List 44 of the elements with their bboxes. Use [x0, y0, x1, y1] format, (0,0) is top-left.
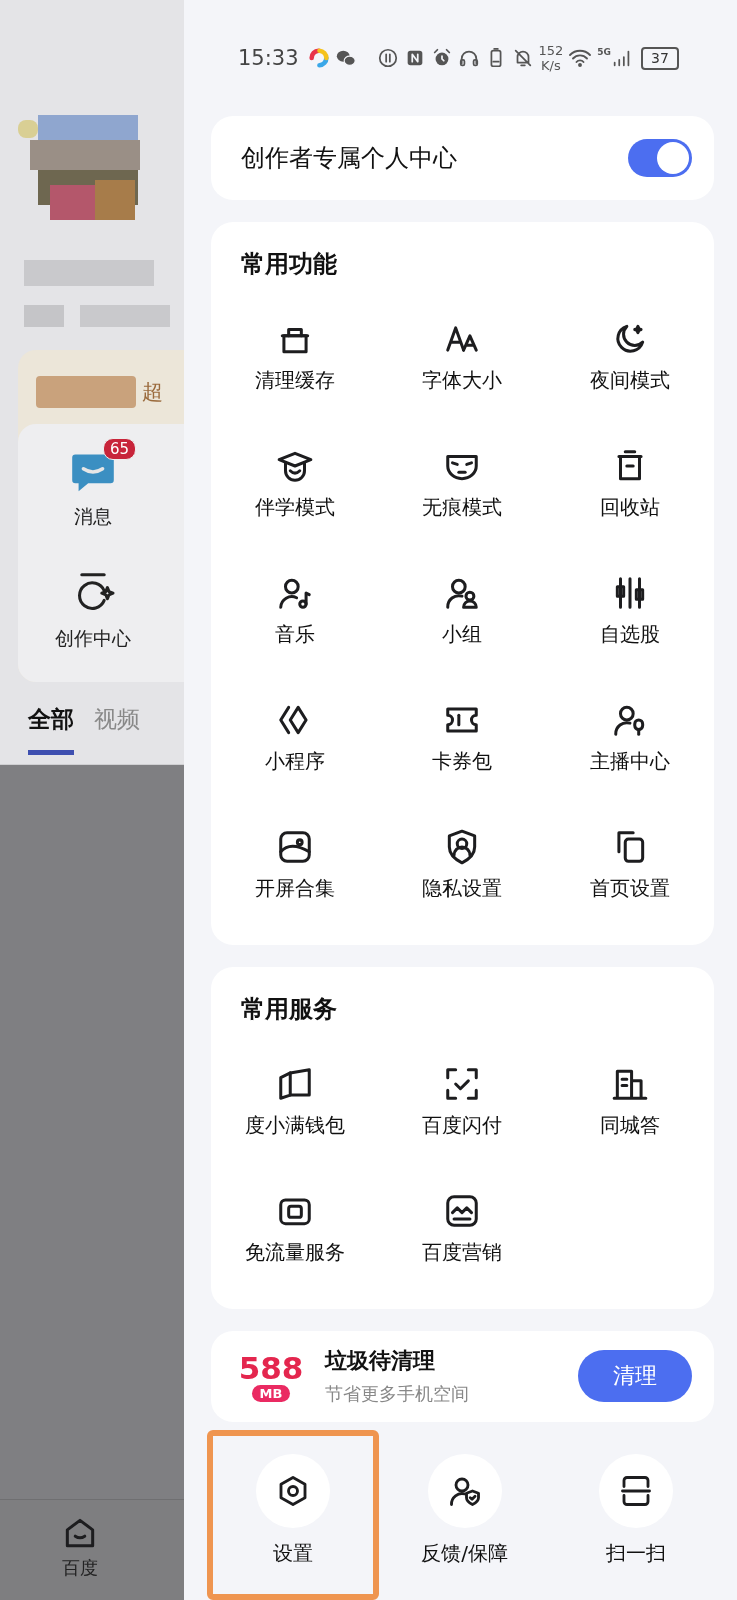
menu-item[interactable]: 隐私设置 [422, 874, 503, 902]
network-type: 5G [597, 47, 611, 58]
toggle-switch[interactable] [628, 138, 692, 177]
setting-label: 创作者专属个人中心 [241, 142, 457, 174]
menu-item[interactable]: 免流量服务 [244, 1238, 345, 1266]
action-label[interactable]: 扫一扫 [606, 1540, 667, 1567]
vip-text: 超 [142, 379, 163, 406]
menu-item[interactable]: 百度营销 [422, 1238, 503, 1266]
menu-item[interactable]: 小程序 [264, 747, 325, 775]
nav-label[interactable]: 百度 [62, 1556, 98, 1580]
menu-item[interactable]: 音乐 [274, 620, 315, 648]
menu-item[interactable]: 清理缓存 [254, 366, 335, 394]
junk-size: 588 [238, 1350, 304, 1385]
action-label[interactable]: 反馈/保障 [421, 1540, 508, 1567]
battery-level: 37 [651, 50, 669, 67]
menu-item[interactable]: 同城答 [600, 1111, 661, 1139]
app-icon [307, 47, 330, 70]
menu-item[interactable]: 卡券包 [432, 747, 493, 775]
menu-item[interactable]: 回收站 [600, 493, 661, 521]
menu-item[interactable]: 主播中心 [590, 747, 671, 775]
network-speed: 152 [538, 43, 564, 59]
menu-item[interactable]: 无痕模式 [422, 493, 503, 521]
section-title: 常用功能 [240, 248, 338, 280]
menu-item[interactable]: 夜间模式 [590, 366, 671, 394]
tab[interactable]: 全部 [28, 704, 74, 755]
speed-unit: K/s [541, 58, 561, 74]
menu-item[interactable]: 百度闪付 [422, 1111, 503, 1139]
cleanup-title: 垃圾待清理 [325, 1347, 436, 1376]
unit-badge: MB [251, 1384, 291, 1402]
shortcut-label[interactable]: 创作中心 [55, 626, 131, 652]
menu-item[interactable]: 伴学模式 [254, 493, 335, 521]
shortcut-label[interactable]: 消息 [74, 504, 112, 530]
clean-button[interactable]: 清理 [578, 1350, 692, 1403]
cleanup-subtitle: 节省更多手机空间 [325, 1382, 470, 1407]
menu-item[interactable]: 自选股 [600, 620, 661, 648]
menu-item[interactable]: 度小满钱包 [244, 1111, 345, 1139]
menu-item[interactable]: 首页设置 [590, 874, 671, 902]
menu-item[interactable]: 字体大小 [422, 366, 503, 394]
count-badge: 65 [103, 438, 137, 460]
menu-item[interactable]: 开屏合集 [254, 874, 335, 902]
action-label[interactable]: 设置 [272, 1540, 313, 1567]
status-time: 15:33 [238, 46, 299, 71]
menu-item[interactable]: 小组 [442, 620, 483, 648]
section-title: 常用服务 [240, 993, 338, 1025]
